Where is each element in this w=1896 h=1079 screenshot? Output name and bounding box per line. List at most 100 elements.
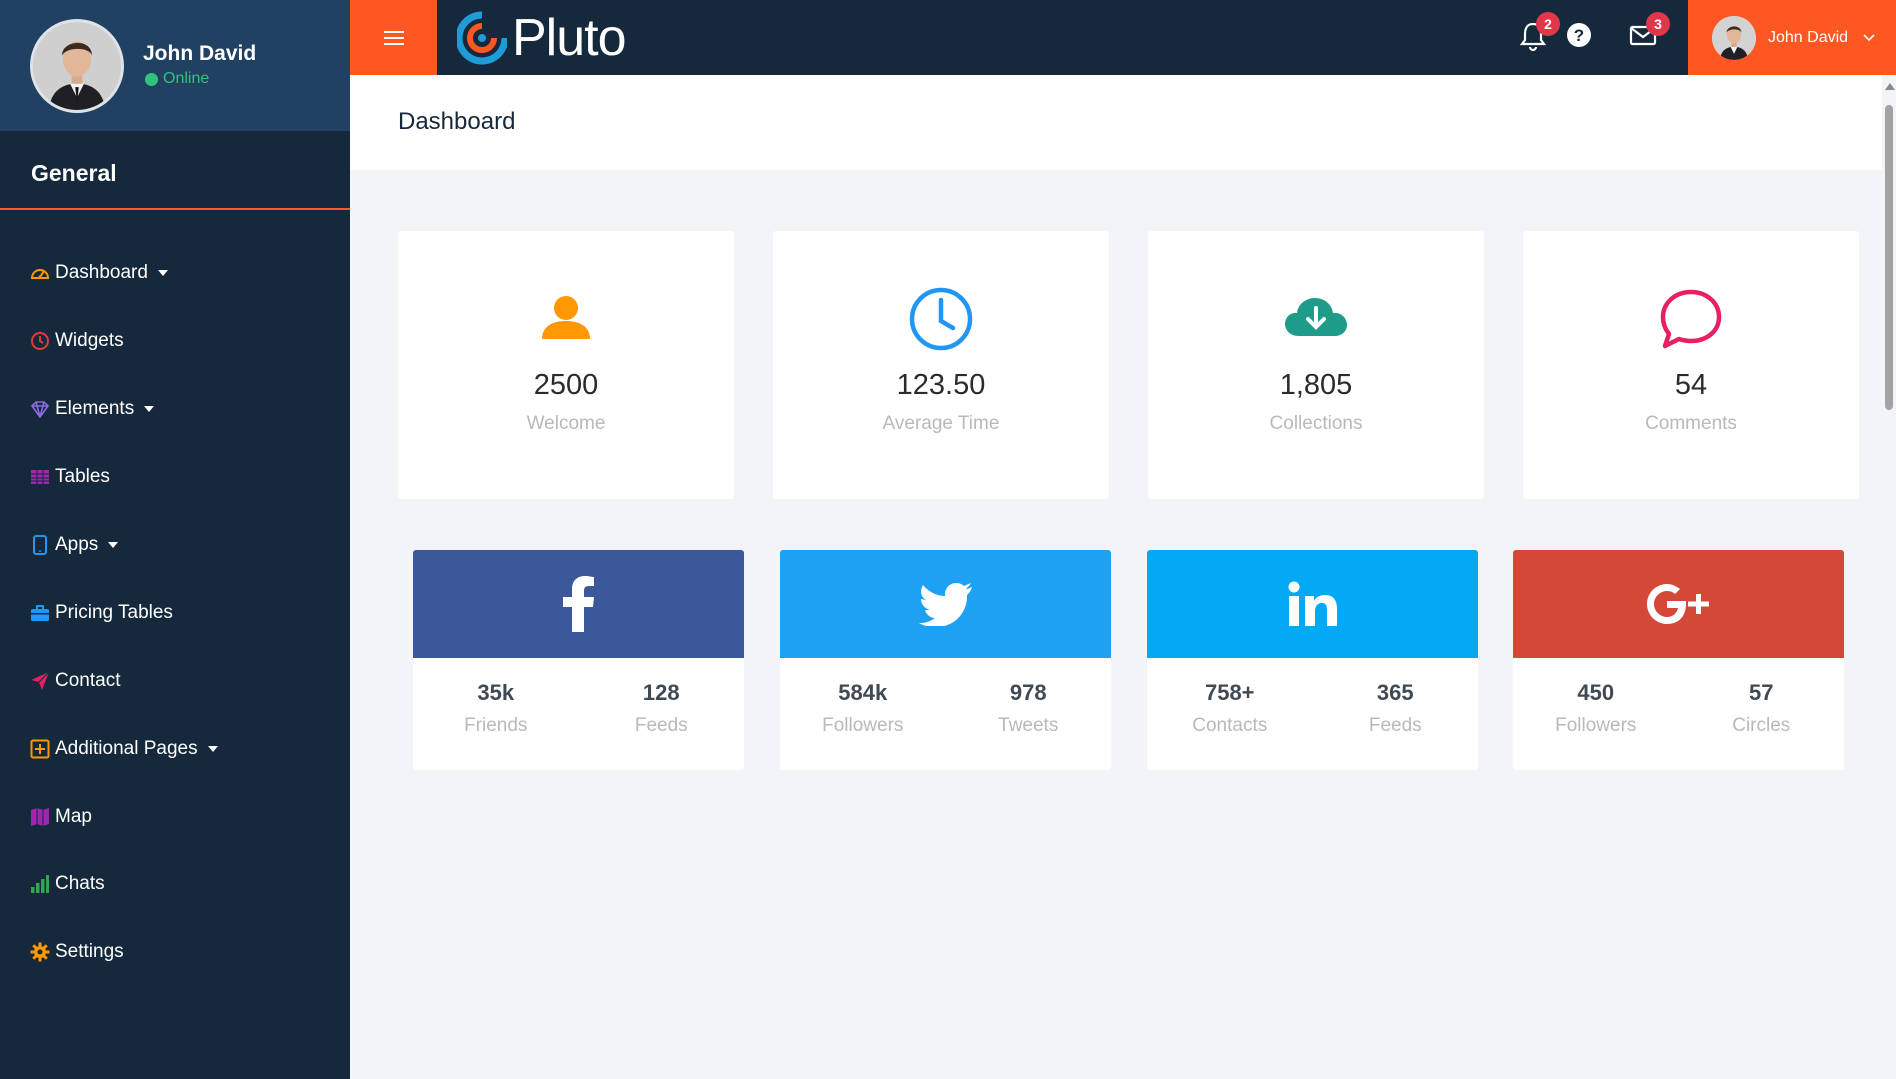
menu-toggle-button[interactable] — [350, 0, 437, 75]
social-stat-followers: 584k Followers — [780, 680, 946, 737]
stat-card-collections: 1,805 Collections — [1148, 231, 1484, 499]
logo-text: Pluto — [512, 9, 627, 67]
paper-plane-icon — [30, 671, 50, 691]
facebook-button[interactable] — [413, 550, 744, 658]
pluto-logo-icon — [457, 11, 507, 65]
sidebar-profile: John David Online — [0, 0, 350, 131]
sidebar-item-label: Tables — [55, 466, 110, 487]
social-stat-friends: 35k Friends — [413, 680, 579, 737]
stat-value: 54 — [1674, 369, 1708, 401]
sidebar-item-label: Contact — [55, 670, 121, 691]
sidebar-item-contact[interactable]: Contact — [30, 666, 120, 696]
social-card-facebook: 35k Friends 128 Feeds — [413, 550, 744, 770]
dashboard-icon — [30, 263, 50, 283]
table-icon — [30, 467, 50, 487]
sidebar-item-elements[interactable]: Elements — [30, 394, 155, 424]
linkedin-icon — [1288, 581, 1337, 626]
twitter-button[interactable] — [780, 550, 1111, 658]
scrollbar-thumb[interactable] — [1885, 105, 1893, 410]
social-stat-followers: 450 Followers — [1513, 680, 1679, 737]
plus-square-icon — [30, 739, 50, 759]
social-stat-value: 758+ — [1204, 680, 1255, 705]
user-name: John David — [1768, 28, 1849, 46]
stat-label: Average Time — [882, 413, 1000, 434]
avatar[interactable] — [30, 19, 124, 113]
diamond-icon — [30, 399, 50, 419]
page-title: Dashboard — [398, 108, 516, 135]
top-navbar: Pluto 2 ? 3 John David — [350, 0, 1896, 75]
sidebar-item-widgets[interactable]: Widgets — [30, 326, 124, 356]
sidebar-divider — [0, 208, 350, 210]
social-stat-label: Friends — [464, 715, 528, 736]
hamburger-icon — [383, 30, 404, 45]
sidebar-item-label: Chats — [55, 873, 105, 894]
cloud-download-icon — [1281, 284, 1351, 354]
social-stat-value: 365 — [1376, 680, 1414, 705]
stat-value: 123.50 — [896, 369, 986, 401]
facebook-icon — [562, 576, 594, 632]
logo[interactable]: Pluto — [457, 8, 627, 68]
social-stat-label: Circles — [1732, 715, 1791, 736]
online-status-dot — [145, 72, 158, 86]
google-plus-icon — [1646, 584, 1709, 624]
user-menu-dropdown[interactable]: John David — [1688, 0, 1896, 75]
sidebar-item-apps[interactable]: Apps — [30, 530, 119, 560]
sidebar-item-label: Settings — [55, 941, 124, 962]
map-icon — [30, 807, 50, 827]
sidebar-item-label: Pricing Tables — [55, 602, 173, 623]
stat-value: 1,805 — [1279, 369, 1353, 401]
stat-label: Comments — [1645, 413, 1737, 434]
social-stat-label: Followers — [822, 715, 904, 736]
stat-card-welcome: 2500 Welcome — [398, 231, 734, 499]
social-stat-tweets: 978 Tweets — [946, 680, 1112, 737]
sidebar-item-settings[interactable]: Settings — [30, 937, 124, 967]
sidebar-item-label: Additional Pages — [55, 738, 198, 759]
notifications-button[interactable]: 2 — [1518, 12, 1560, 54]
social-stat-label: Feeds — [1368, 715, 1422, 736]
sidebar-item-tables[interactable]: Tables — [30, 462, 110, 492]
sidebar-item-label: Elements — [55, 398, 135, 419]
social-stat-value: 35k — [477, 680, 515, 705]
sidebar-item-dashboard[interactable]: Dashboard — [30, 258, 168, 288]
scroll-up-arrow-icon[interactable] — [1885, 83, 1895, 90]
social-stat-feeds: 128 Feeds — [579, 680, 745, 737]
stat-value: 2500 — [533, 369, 599, 401]
google-plus-button[interactable] — [1513, 550, 1844, 658]
social-stat-value: 450 — [1577, 680, 1615, 705]
chevron-down-icon — [144, 406, 155, 412]
bar-chart-icon — [30, 874, 50, 894]
sidebar-item-label: Map — [55, 806, 92, 827]
sidebar-item-pricing-tables[interactable]: Pricing Tables — [30, 598, 173, 628]
user-icon — [531, 284, 601, 354]
help-button[interactable]: ? — [1566, 22, 1592, 48]
sidebar-item-label: Dashboard — [55, 262, 148, 283]
sidebar-item-chats[interactable]: Chats — [30, 869, 105, 899]
social-stat-label: Followers — [1555, 715, 1637, 736]
tablet-icon — [30, 535, 50, 555]
social-stat-label: Tweets — [998, 715, 1059, 736]
vertical-scrollbar[interactable] — [1882, 75, 1896, 1079]
social-card-linkedin: 758+ Contacts 365 Feeds — [1147, 550, 1478, 770]
clock-icon — [906, 284, 976, 354]
sidebar-section-title: General — [31, 160, 117, 186]
stat-label: Welcome — [526, 413, 606, 434]
social-stat-label: Contacts — [1192, 715, 1268, 736]
gear-icon — [30, 942, 50, 962]
chevron-down-icon — [1863, 33, 1875, 41]
user-avatar — [1712, 15, 1756, 60]
social-stat-contacts: 758+ Contacts — [1147, 680, 1313, 737]
chevron-down-icon — [207, 746, 218, 752]
clock-icon — [30, 331, 50, 351]
sidebar-item-additional-pages[interactable]: Additional Pages — [30, 734, 218, 764]
linkedin-button[interactable] — [1147, 550, 1478, 658]
social-stat-feeds: 365 Feeds — [1313, 680, 1479, 737]
messages-button[interactable]: 3 — [1628, 12, 1670, 54]
briefcase-icon — [30, 603, 50, 623]
social-stat-circles: 57 Circles — [1679, 680, 1845, 737]
sidebar: John David Online General Dashboard Widg… — [0, 0, 350, 1079]
sidebar-item-map[interactable]: Map — [30, 802, 92, 832]
social-card-google-plus: 450 Followers 57 Circles — [1513, 550, 1844, 770]
profile-status: Online — [145, 70, 209, 88]
question-circle-icon: ? — [1567, 23, 1591, 47]
notifications-badge: 2 — [1536, 12, 1560, 36]
